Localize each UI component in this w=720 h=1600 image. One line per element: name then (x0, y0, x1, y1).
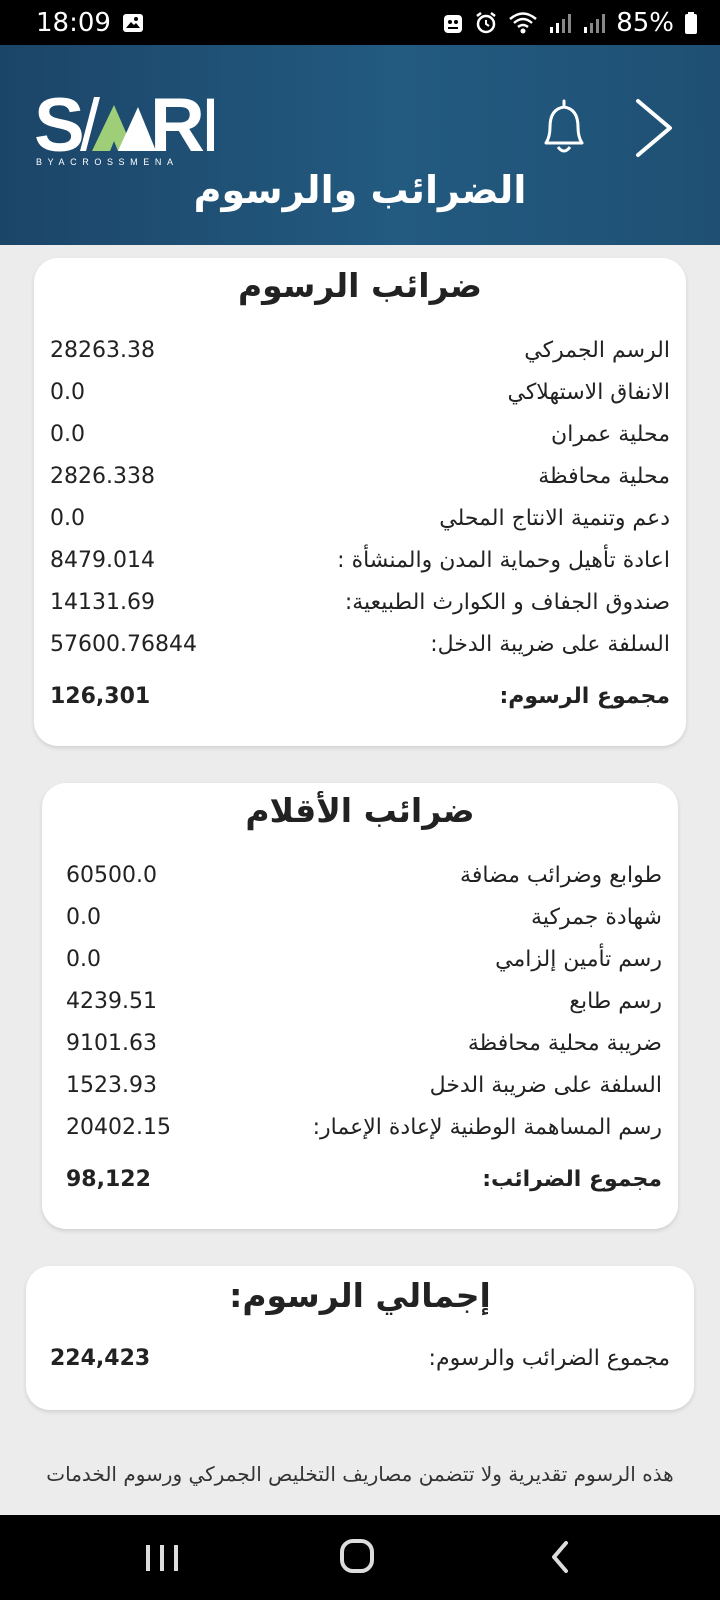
bell-icon[interactable] (538, 97, 590, 159)
fee-value: 2826.338 (50, 464, 155, 489)
fee-label: صندوق الجفاف و الكوارث الطبيعية: (344, 590, 670, 615)
item-label: رسم تأمين إلزامي (495, 947, 662, 972)
fee-value: 28263.38 (50, 338, 155, 363)
fee-row: اعادة تأهيل وحماية المدن والمنشأة : 8479… (34, 548, 686, 588)
fee-row: الرسم الجمركي 28263.38 (34, 338, 686, 378)
item-value: 20402.15 (66, 1115, 171, 1140)
item-row: رسم المساهمة الوطنية لإعادة الإعمار: 204… (42, 1115, 678, 1155)
item-row: رسم طابع 4239.51 (42, 989, 678, 1029)
fees-card: ضرائب الرسوم الرسم الجمركي 28263.38 الان… (34, 258, 686, 746)
item-row: ضريبة محلية محافظة 9101.63 (42, 1031, 678, 1071)
fee-row: محلية محافظة 2826.338 (34, 464, 686, 504)
alarm-icon (474, 11, 498, 35)
wifi-icon (508, 11, 538, 35)
fee-row: دعم وتنمية الانتاج المحلي 0.0 (34, 506, 686, 546)
fee-row: صندوق الجفاف و الكوارث الطبيعية: 14131.6… (34, 590, 686, 630)
back-icon[interactable] (540, 1537, 584, 1577)
item-row: شهادة جمركية 0.0 (42, 905, 678, 945)
forward-arrow-button[interactable] (632, 95, 678, 161)
item-label: شهادة جمركية (531, 905, 662, 930)
item-row: رسم تأمين إلزامي 0.0 (42, 947, 678, 987)
fees-card-title: ضرائب الرسوم (237, 266, 483, 305)
item-label: السلفة على ضريبة الدخل (429, 1073, 662, 1098)
grand-total-row: مجموع الضرائب والرسوم: 224,423 (26, 1346, 694, 1386)
fee-value: 57600.76844 (50, 632, 197, 657)
fee-value: 0.0 (50, 422, 85, 447)
items-card: ضرائب الأقلام طوابع وضرائب مضافة 60500.0… (42, 783, 678, 1229)
image-notification-icon (121, 11, 145, 35)
battery-icon (684, 11, 698, 35)
grand-total-title: إجمالي الرسوم: (229, 1276, 491, 1315)
clock: 18:09 (36, 7, 111, 38)
item-label: رسم المساهمة الوطنية لإعادة الإعمار: (312, 1115, 662, 1140)
item-value: 9101.63 (66, 1031, 157, 1056)
sari-logo: S RI BYACROSSMENA (34, 83, 223, 169)
item-value: 4239.51 (66, 989, 157, 1014)
app-header: S RI BYACROSSMENA الضرائب والرسوم (0, 45, 720, 245)
signal-icon-2 (582, 11, 606, 35)
page-title: الضرائب والرسوم (193, 168, 527, 212)
fees-total-label: مجموع الرسوم: (499, 684, 670, 709)
status-bar: 18:09 85% (0, 0, 720, 45)
android-robot-icon (442, 11, 464, 35)
fee-row: السلفة على ضريبة الدخل: 57600.76844 (34, 632, 686, 672)
disclaimer-note: هذه الرسوم تقديرية ولا تتضمن مصاريف التخ… (46, 1462, 674, 1486)
fee-value: 8479.014 (50, 548, 155, 573)
grand-total-label: مجموع الضرائب والرسوم: (428, 1346, 670, 1371)
fee-value: 0.0 (50, 380, 85, 405)
signal-icon (548, 11, 572, 35)
items-total-value: 98,122 (66, 1167, 151, 1192)
item-label: رسم طابع (569, 989, 662, 1014)
item-row: السلفة على ضريبة الدخل 1523.93 (42, 1073, 678, 1113)
fee-row: محلية عمران 0.0 (34, 422, 686, 462)
fee-label: الرسم الجمركي (524, 338, 670, 363)
battery-percent: 85% (616, 7, 674, 38)
fee-label: الانفاق الاستهلاكي (507, 380, 671, 405)
system-nav-bar (0, 1515, 720, 1600)
item-value: 60500.0 (66, 863, 157, 888)
home-icon[interactable] (336, 1537, 380, 1577)
item-row: طوابع وضرائب مضافة 60500.0 (42, 863, 678, 903)
item-value: 1523.93 (66, 1073, 157, 1098)
fee-label: دعم وتنمية الانتاج المحلي (439, 506, 670, 531)
fee-label: السلفة على ضريبة الدخل: (430, 632, 670, 657)
logo-subtitle: BYACROSSMENA (36, 157, 179, 167)
item-label: طوابع وضرائب مضافة (460, 863, 662, 888)
fee-row: الانفاق الاستهلاكي 0.0 (34, 380, 686, 420)
fee-value: 14131.69 (50, 590, 155, 615)
recent-apps-icon[interactable] (140, 1537, 184, 1577)
fee-label: اعادة تأهيل وحماية المدن والمنشأة : (337, 548, 670, 573)
fee-label: محلية عمران (551, 422, 670, 447)
fee-label: محلية محافظة (538, 464, 670, 489)
items-card-title: ضرائب الأقلام (245, 791, 475, 830)
fees-total-value: 126,301 (50, 684, 151, 709)
fee-value: 0.0 (50, 506, 85, 531)
item-value: 0.0 (66, 905, 101, 930)
item-value: 0.0 (66, 947, 101, 972)
items-total-label: مجموع الضرائب: (482, 1167, 662, 1192)
item-label: ضريبة محلية محافظة (467, 1031, 662, 1056)
items-total-row: مجموع الضرائب: 98,122 (42, 1167, 678, 1207)
grand-total-value: 224,423 (50, 1346, 151, 1371)
grand-total-card: إجمالي الرسوم: مجموع الضرائب والرسوم: 22… (26, 1266, 694, 1410)
fees-total-row: مجموع الرسوم: 126,301 (34, 684, 686, 724)
